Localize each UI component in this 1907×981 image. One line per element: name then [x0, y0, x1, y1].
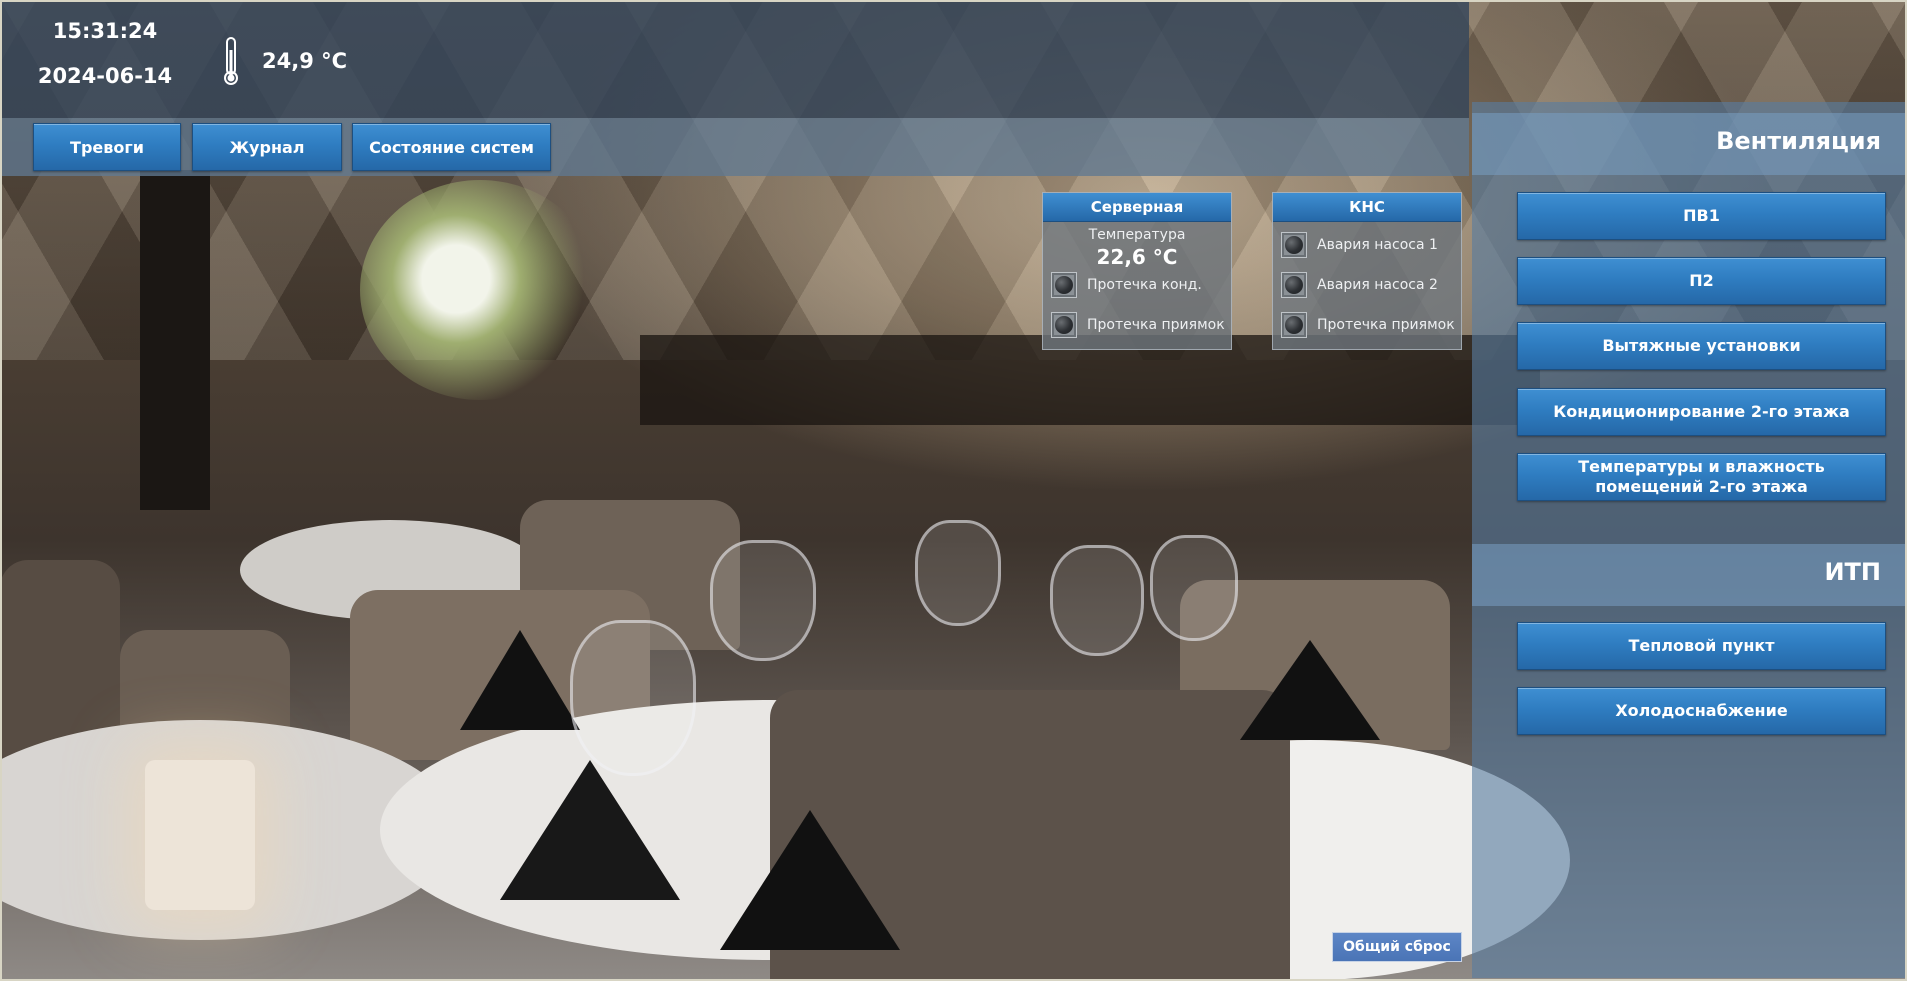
conditioning-2nd-floor-button[interactable]: Кондиционирование 2-го этажа	[1517, 388, 1886, 436]
global-reset-button[interactable]: Общий сброс	[1332, 932, 1462, 962]
sensor-row: Авария насоса 1	[1281, 232, 1438, 258]
sensor-row: Протечка приямок	[1281, 312, 1455, 338]
itp-title: ИТП	[1824, 558, 1881, 586]
server-room-title: Серверная	[1043, 193, 1231, 222]
server-room-temp-value: 22,6 °C	[1096, 245, 1178, 269]
status-lamp-icon	[1281, 232, 1307, 258]
clock-time: 15:31:24	[52, 19, 158, 43]
sensor-label: Авария насоса 1	[1317, 237, 1438, 253]
status-lamp-icon	[1281, 272, 1307, 298]
ventilation-header: Вентиляция	[1472, 113, 1905, 175]
server-room-temp-label: Температура	[1088, 227, 1186, 243]
journal-button[interactable]: Журнал	[192, 123, 342, 171]
thermometer-icon	[224, 37, 238, 85]
status-lamp-icon	[1051, 272, 1077, 298]
kns-card: КНС Авария насоса 1 Авария насоса 2 Прот…	[1272, 192, 1462, 350]
sensor-row: Протечка конд.	[1051, 272, 1202, 298]
exhaust-units-button[interactable]: Вытяжные установки	[1517, 322, 1886, 370]
sensor-row: Протечка приямок	[1051, 312, 1225, 338]
sensor-row: Авария насоса 2	[1281, 272, 1438, 298]
systems-status-button[interactable]: Состояние систем	[352, 123, 551, 171]
pv1-button[interactable]: ПВ1	[1517, 192, 1886, 240]
server-room-card: Серверная Температура 22,6 °C Протечка к…	[1042, 192, 1232, 350]
ventilation-title: Вентиляция	[1716, 127, 1881, 155]
itp-header: ИТП	[1472, 544, 1905, 606]
heat-point-button[interactable]: Тепловой пункт	[1517, 622, 1886, 670]
outdoor-temperature: 24,9 °C	[262, 49, 348, 73]
alarms-button[interactable]: Тревоги	[33, 123, 181, 171]
clock-date: 2024-06-14	[37, 64, 173, 88]
cold-supply-button[interactable]: Холодоснабжение	[1517, 687, 1886, 735]
status-lamp-icon	[1051, 312, 1077, 338]
sensor-label: Протечка приямок	[1317, 317, 1455, 333]
kns-title: КНС	[1273, 193, 1461, 222]
p2-button[interactable]: П2	[1517, 257, 1886, 305]
status-lamp-icon	[1281, 312, 1307, 338]
sensor-label: Протечка приямок	[1087, 317, 1225, 333]
temperature-humidity-2nd-floor-button[interactable]: Температуры и влажность помещений 2-го э…	[1517, 453, 1886, 501]
sensor-label: Протечка конд.	[1087, 277, 1202, 293]
sensor-label: Авария насоса 2	[1317, 277, 1438, 293]
